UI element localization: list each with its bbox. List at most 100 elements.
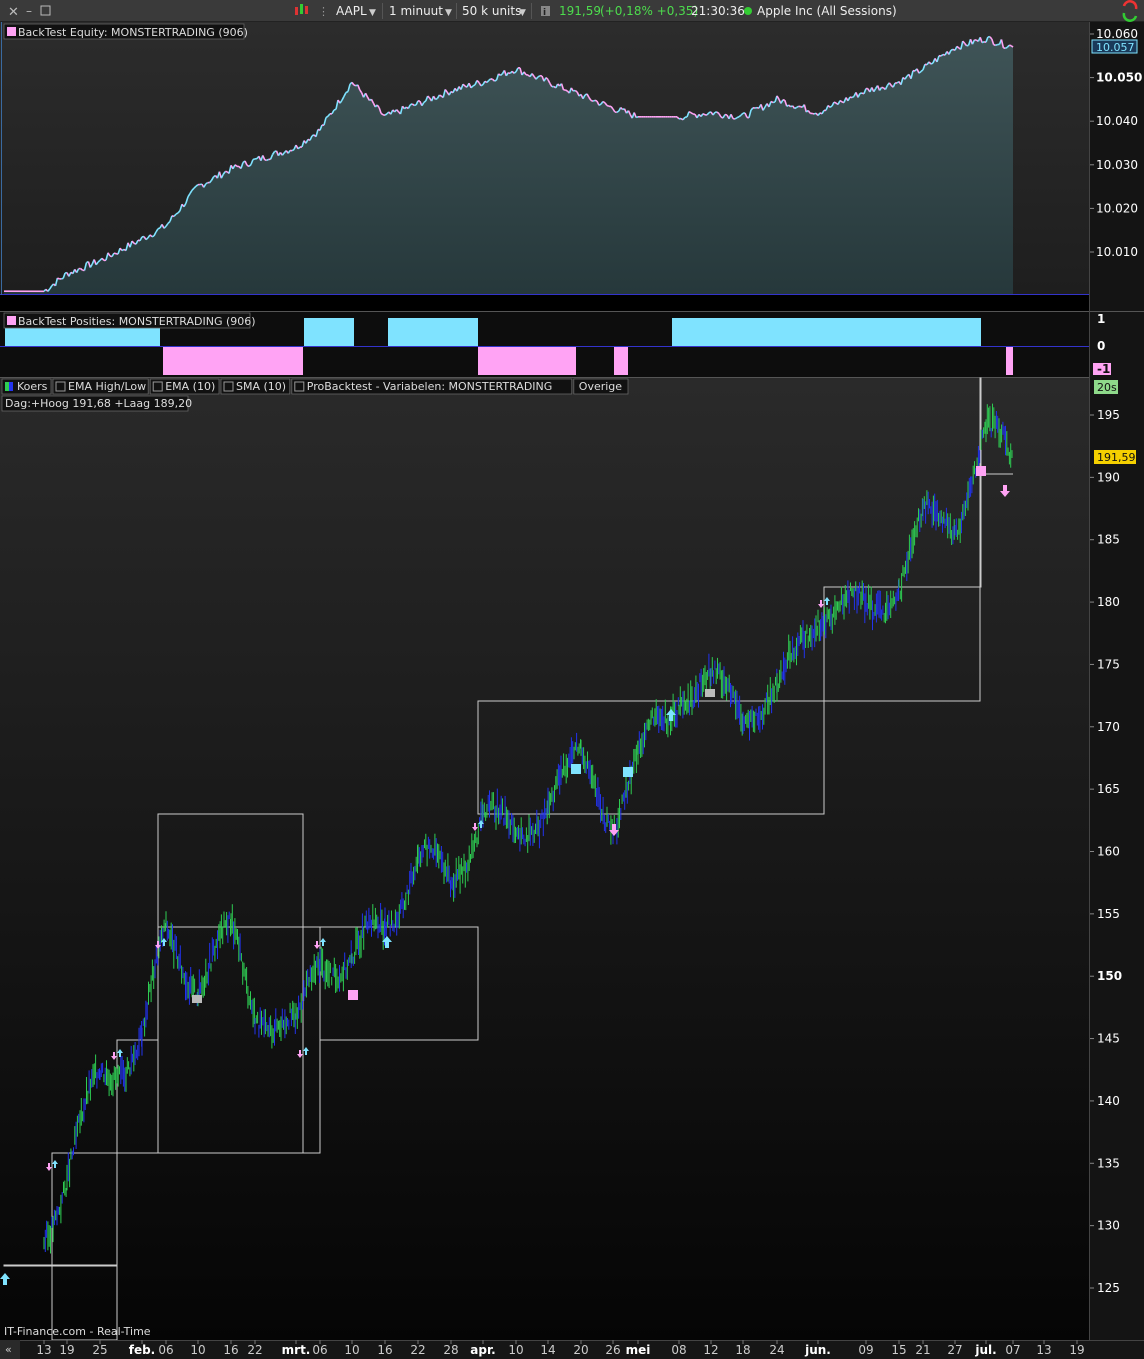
price-y-tick-label: 185 — [1097, 533, 1120, 547]
day-info: Dag:+Hoog 191,68 +Laag 189,20 — [5, 397, 192, 410]
equity-line-segment — [537, 75, 541, 78]
chevron-down-icon[interactable]: ▼ — [369, 8, 376, 18]
legend-label: Koers — [17, 380, 48, 393]
equity-line-segment — [439, 94, 442, 97]
minimize-icon[interactable]: – — [26, 4, 32, 18]
range-box — [3, 1264, 118, 1267]
timeframe-select[interactable]: 1 minuut — [389, 4, 443, 18]
long-position-bar — [388, 318, 478, 346]
x-tick-label: 26 — [605, 1343, 620, 1357]
exit-square-icon — [571, 764, 581, 774]
double-chevron-left-icon[interactable]: « — [5, 1343, 12, 1356]
legend-label: ProBacktest - Variabelen: MONSTERTRADING — [307, 380, 553, 393]
x-tick-label: feb. — [129, 1343, 156, 1357]
symbol-select[interactable]: AAPL — [336, 4, 367, 18]
x-tick-label: 12 — [703, 1343, 718, 1357]
exit-square-icon — [348, 990, 358, 1000]
x-tick-label: 08 — [671, 1343, 686, 1357]
equity-line-segment — [151, 235, 155, 238]
equity-line-segment — [157, 227, 161, 230]
chevron-down-icon[interactable]: ▼ — [445, 8, 452, 18]
equity-line-segment — [616, 110, 620, 113]
equity-line-segment — [333, 108, 337, 111]
x-tick-label: 13 — [1036, 1343, 1051, 1357]
equity-line-segment — [794, 106, 797, 110]
x-tick-label: 10 — [344, 1343, 359, 1357]
equity-line-segment — [981, 41, 985, 44]
equity-line-segment — [811, 112, 815, 115]
x-tick-label: 06 — [158, 1343, 173, 1357]
short-position-bar — [478, 347, 576, 375]
short-position-bar — [614, 347, 628, 375]
short-position-bar — [163, 347, 303, 375]
price-y-tick-label: 170 — [1097, 720, 1120, 734]
equity-line-segment — [472, 84, 476, 87]
equity-line-segment — [480, 83, 484, 87]
equity-line-segment — [993, 43, 996, 47]
positions-y-tick-label: 0 — [1097, 339, 1105, 353]
price-y-tick-label: 150 — [1097, 969, 1122, 983]
equity-line-segment — [490, 78, 493, 81]
equity-line-segment — [266, 158, 270, 162]
price-y-tick-label: 160 — [1097, 845, 1120, 859]
calendar-event-icon — [705, 689, 715, 697]
x-tick-label: 09 — [858, 1343, 873, 1357]
equity-y-tick-label: 10.040 — [1096, 114, 1138, 128]
long-position-bar — [304, 318, 354, 346]
equity-line-segment — [411, 103, 415, 106]
legend-label: EMA (10) — [165, 380, 215, 393]
clock-time: 21:30:36 — [691, 4, 745, 18]
price-y-tick-label: 125 — [1097, 1281, 1120, 1295]
equity-line-segment — [724, 113, 728, 116]
svg-text:10.057: 10.057 — [1096, 41, 1135, 54]
grip-icon[interactable]: ⋮ — [318, 5, 329, 18]
equity-line-segment — [494, 79, 497, 82]
price-y-tick-label: 195 — [1097, 408, 1120, 422]
equity-line-segment — [839, 99, 843, 103]
legend-label: SMA (10) — [236, 380, 286, 393]
chevron-down-icon[interactable]: ▼ — [519, 8, 526, 18]
equity-line-segment — [702, 112, 706, 116]
units-select[interactable]: 50 k units — [462, 4, 521, 18]
equity-line-segment — [782, 99, 786, 102]
svg-text:191,59: 191,59 — [1097, 451, 1136, 464]
equity-line-segment — [345, 90, 349, 94]
calendar-event-icon — [192, 995, 202, 1003]
footer-source: IT-Finance.com - Real-Time — [4, 1325, 151, 1338]
equity-y-tick-label: 10.010 — [1096, 245, 1138, 259]
equity-y-tick-label: 10.030 — [1096, 158, 1138, 172]
close-icon[interactable]: ✕ — [8, 5, 19, 20]
legend-label: EMA High/Low — [68, 380, 146, 393]
x-tick-label: 19 — [1069, 1343, 1084, 1357]
x-tick-label: 25 — [92, 1343, 107, 1357]
equity-line-segment — [635, 116, 639, 119]
price-y-tick-label: 190 — [1097, 470, 1120, 484]
positions-y-tick-label: -1 — [1097, 362, 1110, 376]
exit-square-icon — [976, 466, 986, 476]
x-tick-label: 10 — [190, 1343, 205, 1357]
x-tick-label: mrt. — [282, 1343, 311, 1357]
equity-line-segment — [690, 112, 694, 115]
x-tick-label: 20 — [573, 1343, 588, 1357]
equity-y-tick-label: 10.020 — [1096, 201, 1138, 215]
instrument-name: Apple Inc (All Sessions) — [757, 4, 897, 18]
market-open-icon — [744, 7, 752, 15]
x-tick-label: apr. — [470, 1343, 495, 1357]
trading-workspace: ✕ – ⋮ AAPL ▼ 1 minuut ▼ 50 k units ▼ i 1… — [0, 0, 1144, 1359]
equity-line-segment — [833, 101, 837, 104]
equity-line-segment — [384, 113, 388, 116]
range-box — [979, 377, 982, 588]
equity-y-tick-label: 10.060 — [1096, 27, 1138, 41]
price-y-tick-label: 140 — [1097, 1094, 1120, 1108]
x-tick-label: jun. — [804, 1343, 831, 1357]
x-tick-label: 22 — [410, 1343, 425, 1357]
x-tick-label: 06 — [312, 1343, 327, 1357]
equity-line-segment — [829, 105, 833, 108]
x-tick-label: 21 — [915, 1343, 930, 1357]
equity-title: BackTest Equity: MONSTERTRADING (906) — [18, 26, 248, 39]
price-panel — [0, 378, 1090, 1340]
price-y-tick-label: 155 — [1097, 907, 1120, 921]
x-tick-label: 16 — [223, 1343, 238, 1357]
equity-line-segment — [1003, 47, 1006, 50]
x-tick-label: 13 — [36, 1343, 51, 1357]
